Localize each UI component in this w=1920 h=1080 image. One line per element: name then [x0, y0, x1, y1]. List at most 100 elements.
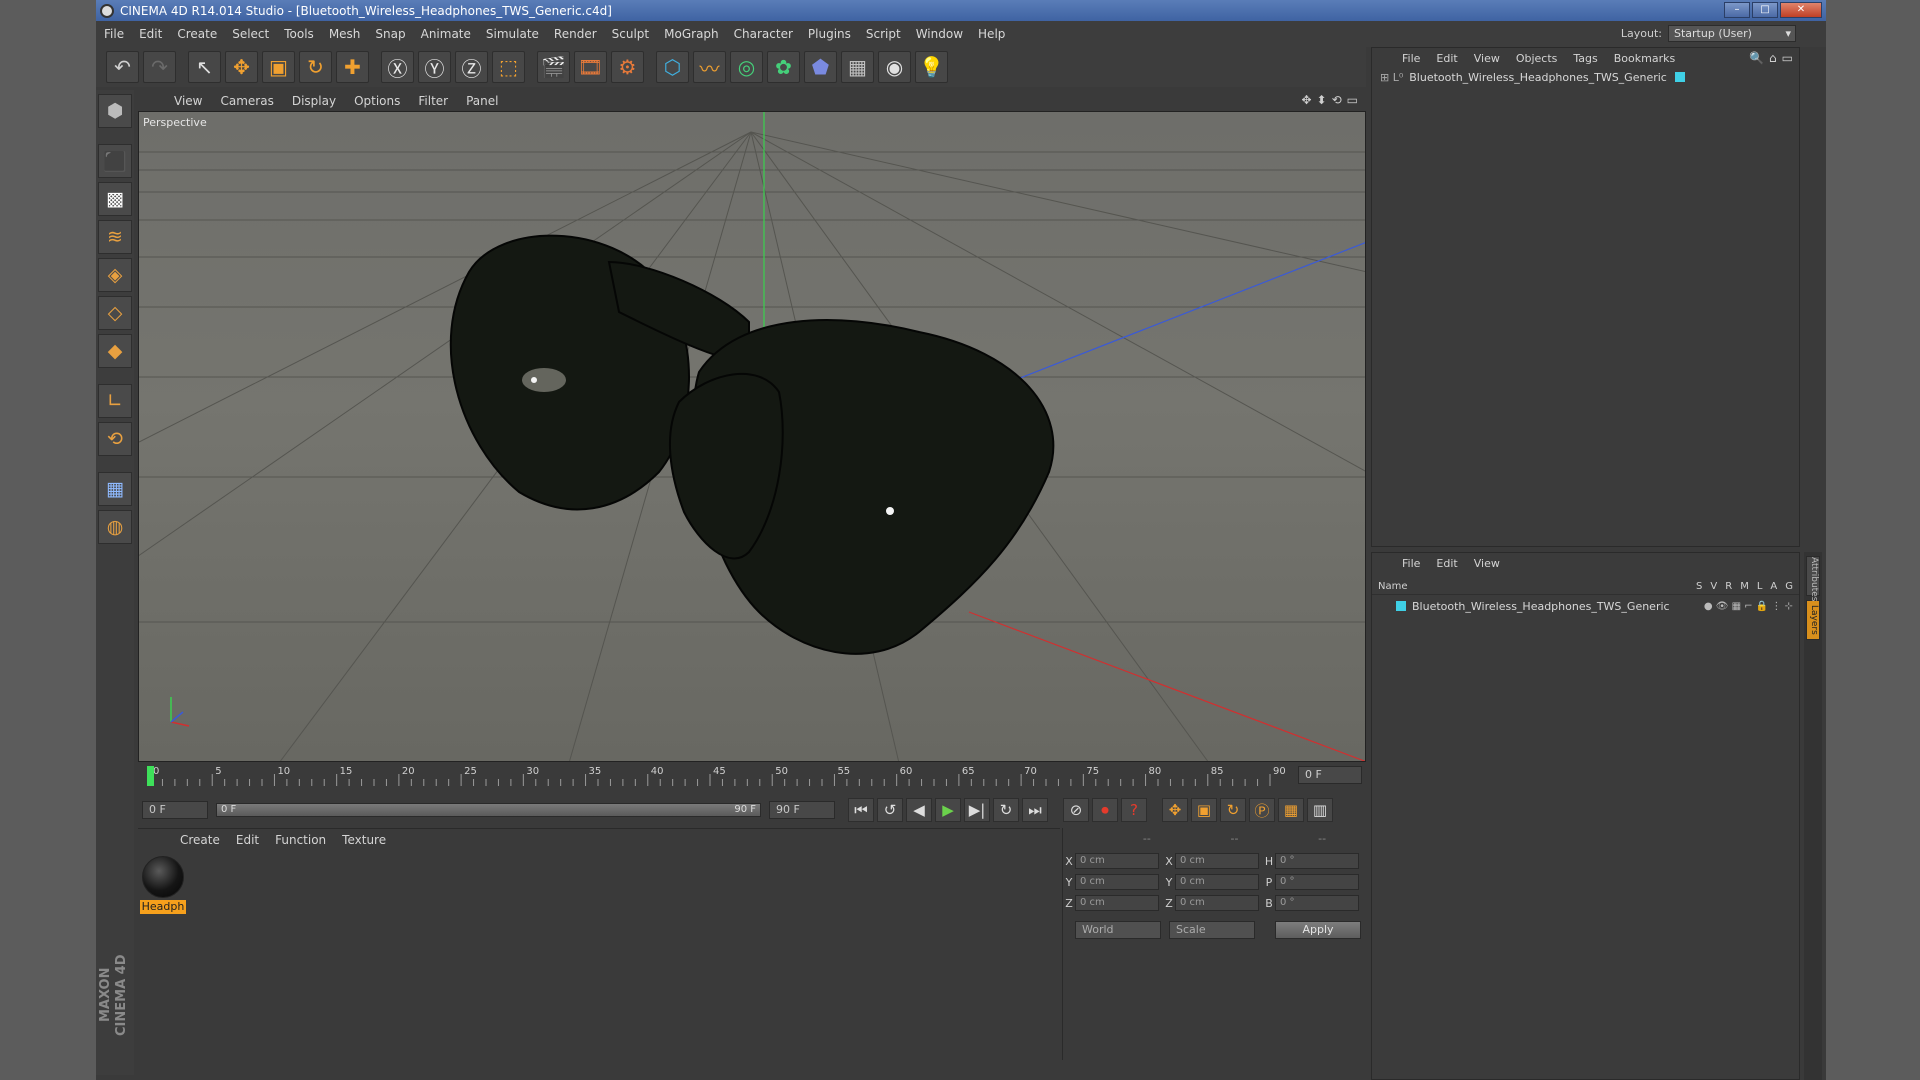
key-pla-icon[interactable]: ▦	[1278, 798, 1304, 822]
layers-tab[interactable]: Layers	[1806, 600, 1820, 640]
playhead[interactable]	[147, 766, 154, 786]
make-editable-icon[interactable]: ⬢	[98, 94, 132, 128]
key-scale-icon[interactable]: ▣	[1191, 798, 1217, 822]
apply-button[interactable]: Apply	[1275, 921, 1361, 939]
coord-value-field[interactable]: 0 °	[1275, 895, 1359, 911]
x-axis-icon[interactable]: Ⓧ	[381, 51, 414, 83]
record-keys-icon[interactable]: ⊘	[1063, 798, 1089, 822]
menu-select[interactable]: Select	[232, 27, 269, 41]
edit-render-settings-icon[interactable]: ⚙	[611, 51, 644, 83]
points-mode-icon[interactable]: ◈	[98, 258, 132, 292]
objects-menu-tags[interactable]: Tags	[1573, 52, 1597, 65]
model-mode-icon[interactable]: ⬛	[98, 144, 132, 178]
snap-grid-icon[interactable]: ▦	[98, 472, 132, 506]
coord-value-field[interactable]: 0 °	[1275, 874, 1359, 890]
layers-menu-view[interactable]: View	[1474, 557, 1500, 570]
attributes-tab[interactable]: Attributes	[1806, 556, 1820, 601]
key-position-icon[interactable]: ✥	[1162, 798, 1188, 822]
menu-edit[interactable]: Edit	[139, 27, 162, 41]
material-menu-texture[interactable]: Texture	[342, 833, 386, 847]
next-key-icon[interactable]: ↻	[993, 798, 1019, 822]
z-axis-icon[interactable]: Ⓩ	[455, 51, 488, 83]
viewport-menu-options[interactable]: Options	[354, 94, 400, 108]
objects-menu-objects[interactable]: Objects	[1516, 52, 1558, 65]
material-menu-edit[interactable]: Edit	[236, 833, 259, 847]
menu-create[interactable]: Create	[177, 27, 217, 41]
camera-icon[interactable]: ◉	[878, 51, 911, 83]
viewport-menu-panel[interactable]: Panel	[466, 94, 498, 108]
viewport-menu-display[interactable]: Display	[292, 94, 336, 108]
undo-icon[interactable]: ↶	[106, 51, 139, 83]
add-icon[interactable]: ✚	[336, 51, 369, 83]
key-settings-icon[interactable]: ?	[1121, 798, 1147, 822]
snap-settings-icon[interactable]: ◍	[98, 510, 132, 544]
layer-list-item[interactable]: Bluetooth_Wireless_Headphones_TWS_Generi…	[1372, 597, 1799, 615]
layer-flags-icons[interactable]: ● 👁 ▦ ⌐ 🔒 ⋮ ⊹	[1704, 601, 1799, 612]
objects-menu-file[interactable]: File	[1402, 52, 1420, 65]
render-view-icon[interactable]: 🎬	[537, 51, 570, 83]
subdivision-surface-icon[interactable]: ◎	[730, 51, 763, 83]
home-icon[interactable]: ⌂	[1769, 51, 1777, 65]
coord-value-field[interactable]: 0 cm	[1175, 853, 1259, 869]
menu-mograph[interactable]: MoGraph	[664, 27, 719, 41]
axis-icon[interactable]: ∟	[98, 384, 132, 418]
viewport-orbit-icon[interactable]: ⟲	[1332, 93, 1342, 107]
menu-animate[interactable]: Animate	[421, 27, 471, 41]
play-icon[interactable]: ▶	[935, 798, 961, 822]
magnet-icon[interactable]: ⟲	[98, 422, 132, 456]
menu-render[interactable]: Render	[554, 27, 597, 41]
previous-key-icon[interactable]: ↺	[877, 798, 903, 822]
key-parameter-icon[interactable]: Ⓟ	[1249, 798, 1275, 822]
layers-menu-file[interactable]: File	[1402, 557, 1420, 570]
redo-icon[interactable]: ↷	[143, 51, 176, 83]
menu-simulate[interactable]: Simulate	[486, 27, 539, 41]
render-picture-viewer-icon[interactable]: 🎞	[574, 51, 607, 83]
previous-frame-icon[interactable]: ◀	[906, 798, 932, 822]
go-to-end-icon[interactable]: ⏭	[1022, 798, 1048, 822]
layers-menu-edit[interactable]: Edit	[1436, 557, 1457, 570]
timeline-icon[interactable]: ▥	[1307, 798, 1333, 822]
viewport-menu-cameras[interactable]: Cameras	[220, 94, 273, 108]
current-frame-field[interactable]: 0 F	[1298, 766, 1362, 784]
maximize-button[interactable]: □	[1752, 2, 1778, 18]
object-list-item[interactable]: ⊞ L⁰ Bluetooth_Wireless_Headphones_TWS_G…	[1372, 68, 1799, 86]
scale-icon[interactable]: ▣	[262, 51, 295, 83]
objects-menu-bookmarks[interactable]: Bookmarks	[1614, 52, 1675, 65]
menu-sculpt[interactable]: Sculpt	[612, 27, 649, 41]
menu-tools[interactable]: Tools	[284, 27, 314, 41]
menu-mesh[interactable]: Mesh	[329, 27, 361, 41]
coord-value-field[interactable]: 0 cm	[1075, 895, 1159, 911]
objects-menu-view[interactable]: View	[1474, 52, 1500, 65]
material-swatch[interactable]: Headph	[140, 856, 186, 916]
polygons-mode-icon[interactable]: ◆	[98, 334, 132, 368]
timeline-ruler[interactable]: 0 5 10 15 20 25 30 35 40 45 50 55 60 65 70 75 80 85 90 0 F	[138, 764, 1366, 788]
minimize-button[interactable]: –	[1724, 2, 1750, 18]
material-menu-create[interactable]: Create	[180, 833, 220, 847]
coordinate-transform-dropdown[interactable]: Scale	[1169, 921, 1255, 939]
viewport-maximize-icon[interactable]: ▭	[1347, 93, 1358, 107]
viewport-menu-view[interactable]: View	[174, 94, 202, 108]
close-button[interactable]: ✕	[1780, 2, 1822, 18]
coord-value-field[interactable]: 0 cm	[1175, 895, 1259, 911]
deformer-icon[interactable]: ⬟	[804, 51, 837, 83]
rotate-icon[interactable]: ↻	[299, 51, 332, 83]
move-icon[interactable]: ✥	[225, 51, 258, 83]
menu-character[interactable]: Character	[734, 27, 793, 41]
panel-options-icon[interactable]: ▭	[1782, 51, 1793, 65]
menu-window[interactable]: Window	[916, 27, 963, 41]
objects-menu-edit[interactable]: Edit	[1436, 52, 1457, 65]
go-to-start-icon[interactable]: ⏮	[848, 798, 874, 822]
workplane-icon[interactable]: ≋	[98, 220, 132, 254]
preview-range-slider[interactable]: 0 F 90 F	[216, 803, 761, 817]
autokeying-icon[interactable]: ⏺	[1092, 798, 1118, 822]
viewport-menu-filter[interactable]: Filter	[418, 94, 448, 108]
coord-value-field[interactable]: 0 cm	[1075, 874, 1159, 890]
menu-snap[interactable]: Snap	[375, 27, 405, 41]
menu-help[interactable]: Help	[978, 27, 1005, 41]
spline-pen-icon[interactable]: 〰	[693, 51, 726, 83]
viewport-dolly-icon[interactable]: ⬍	[1317, 93, 1327, 107]
perspective-viewport[interactable]: Perspective	[138, 111, 1366, 762]
coordinate-mode-dropdown[interactable]: World	[1075, 921, 1161, 939]
texture-mode-icon[interactable]: ▩	[98, 182, 132, 216]
next-frame-icon[interactable]: ▶|	[964, 798, 990, 822]
